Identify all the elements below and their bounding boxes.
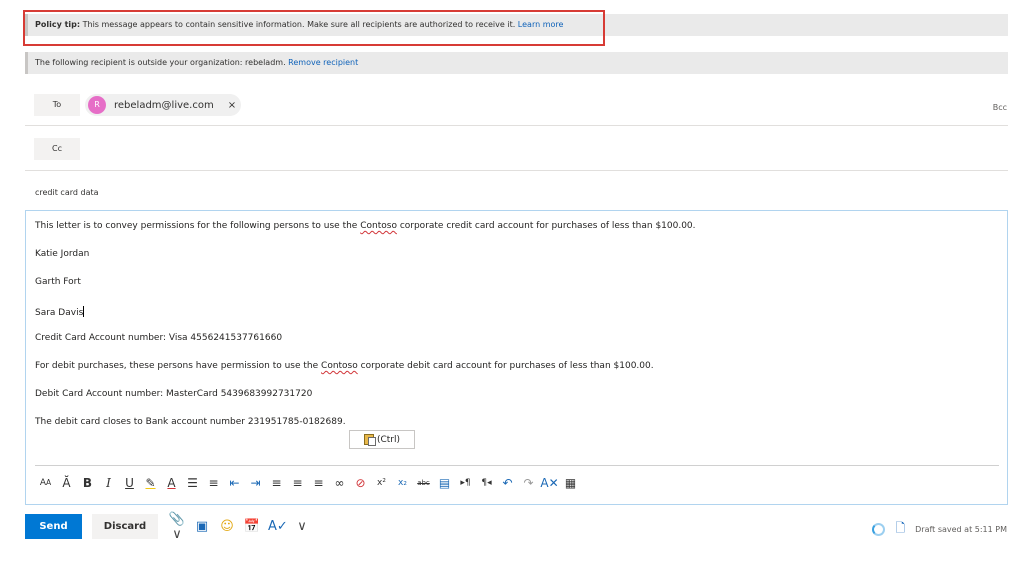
body-paragraph: This letter is to convey permissions for…	[35, 221, 696, 231]
italic-icon[interactable]: I	[98, 473, 119, 493]
spellcheck-word[interactable]: Contoso	[360, 221, 397, 231]
decrease-indent-icon[interactable]: ⇤	[224, 473, 245, 493]
bcc-link[interactable]: Bcc	[993, 103, 1007, 112]
align-right-icon[interactable]: ≡	[308, 473, 329, 493]
paste-options-button[interactable]: (Ctrl)	[349, 430, 415, 449]
strikethrough-icon[interactable]: abc	[413, 473, 434, 493]
body-text: For debit purchases, these persons have …	[35, 361, 322, 371]
table-icon[interactable]: ▦	[560, 473, 581, 493]
body-text: corporate debit card account for purchas…	[357, 361, 654, 371]
font-size-icon[interactable]: AA	[35, 473, 56, 493]
bullets-icon[interactable]: ☰	[182, 473, 203, 493]
insert-image-icon[interactable]: ▣	[193, 519, 211, 534]
clear-formatting-icon[interactable]: A✕	[539, 473, 560, 493]
body-paragraph: Garth Fort	[35, 277, 81, 287]
policy-tip-highlight-box	[23, 10, 605, 46]
document-icon[interactable]: 🗋	[895, 519, 905, 540]
external-recipient-banner: The following recipient is outside your …	[25, 52, 1008, 74]
formatting-toolbar: AA Ă B I U ✎ A ☰ ≡ ⇤ ⇥ ≡ ≡ ≡ ∞ ⊘ x² x₂ …	[35, 473, 581, 493]
clipboard-icon	[363, 434, 376, 446]
subject-field[interactable]: credit card data	[35, 188, 99, 197]
avatar: R	[88, 96, 106, 114]
remove-link-icon[interactable]: ⊘	[350, 473, 371, 493]
recipient-chip[interactable]: R rebeladm@live.com ×	[85, 94, 241, 116]
toolbar-divider	[35, 465, 999, 466]
discard-button[interactable]: Discard	[92, 514, 158, 539]
body-text: This letter is to convey permissions for…	[35, 221, 361, 231]
cc-button[interactable]: Cc	[34, 138, 80, 160]
to-button[interactable]: To	[34, 94, 80, 116]
send-button[interactable]: Send	[25, 514, 82, 539]
insert-picture-icon[interactable]: ▤	[434, 473, 455, 493]
body-paragraph: Credit Card Account number: Visa 4556241…	[35, 333, 283, 343]
rtl-icon[interactable]: ¶◂	[476, 473, 497, 493]
align-left-icon[interactable]: ≡	[266, 473, 287, 493]
body-text: corporate credit card account for purcha…	[396, 221, 696, 231]
redo-icon[interactable]: ↷	[518, 473, 539, 493]
body-paragraph: Katie Jordan	[35, 249, 90, 259]
editor-icon[interactable]: A✓	[268, 519, 288, 534]
align-center-icon[interactable]: ≡	[287, 473, 308, 493]
increase-indent-icon[interactable]: ⇥	[245, 473, 266, 493]
external-recipient-text: The following recipient is outside your …	[35, 58, 289, 67]
font-color-icon[interactable]: A	[161, 473, 182, 493]
body-paragraph: Debit Card Account number: MasterCard 54…	[35, 389, 313, 399]
superscript-icon[interactable]: x²	[371, 473, 392, 493]
to-divider	[25, 125, 1008, 126]
text-caret	[83, 306, 85, 317]
attach-icon[interactable]: 📎∨	[168, 512, 186, 542]
emoji-icon[interactable]: ☺	[218, 519, 236, 534]
subscript-icon[interactable]: x₂	[392, 473, 413, 493]
paste-options-label: (Ctrl)	[376, 434, 401, 445]
link-icon[interactable]: ∞	[329, 473, 350, 493]
draft-status: 🗋 Draft saved at 5:11 PM	[872, 519, 1007, 540]
sync-icon	[872, 523, 886, 536]
ltr-icon[interactable]: ▸¶	[455, 473, 476, 493]
body-paragraph: The debit card closes to Bank account nu…	[35, 417, 346, 427]
draft-status-text: Draft saved at 5:11 PM	[915, 525, 1007, 534]
body-paragraph: Sara Davis	[35, 306, 85, 318]
cc-divider	[25, 170, 1008, 171]
font-grow-icon[interactable]: Ă	[56, 473, 77, 493]
chevron-down-icon[interactable]: ∨	[293, 519, 311, 534]
remove-recipient-link[interactable]: Remove recipient	[288, 58, 358, 67]
recipient-email: rebeladm@live.com	[114, 99, 214, 111]
body-text: Sara Davis	[35, 308, 84, 318]
underline-icon[interactable]: U	[119, 473, 140, 493]
message-body-editor[interactable]: This letter is to convey permissions for…	[25, 210, 1008, 505]
schedule-icon[interactable]: 📅	[243, 519, 261, 534]
bold-icon[interactable]: B	[77, 473, 98, 493]
highlight-icon[interactable]: ✎	[140, 473, 161, 493]
numbering-icon[interactable]: ≡	[203, 473, 224, 493]
undo-icon[interactable]: ↶	[497, 473, 518, 493]
compose-actions: 📎∨ ▣ ☺ 📅 A✓ ∨	[168, 512, 311, 542]
spellcheck-word[interactable]: Contoso	[321, 361, 358, 371]
remove-recipient-icon[interactable]: ×	[228, 100, 236, 111]
body-paragraph: For debit purchases, these persons have …	[35, 361, 654, 371]
